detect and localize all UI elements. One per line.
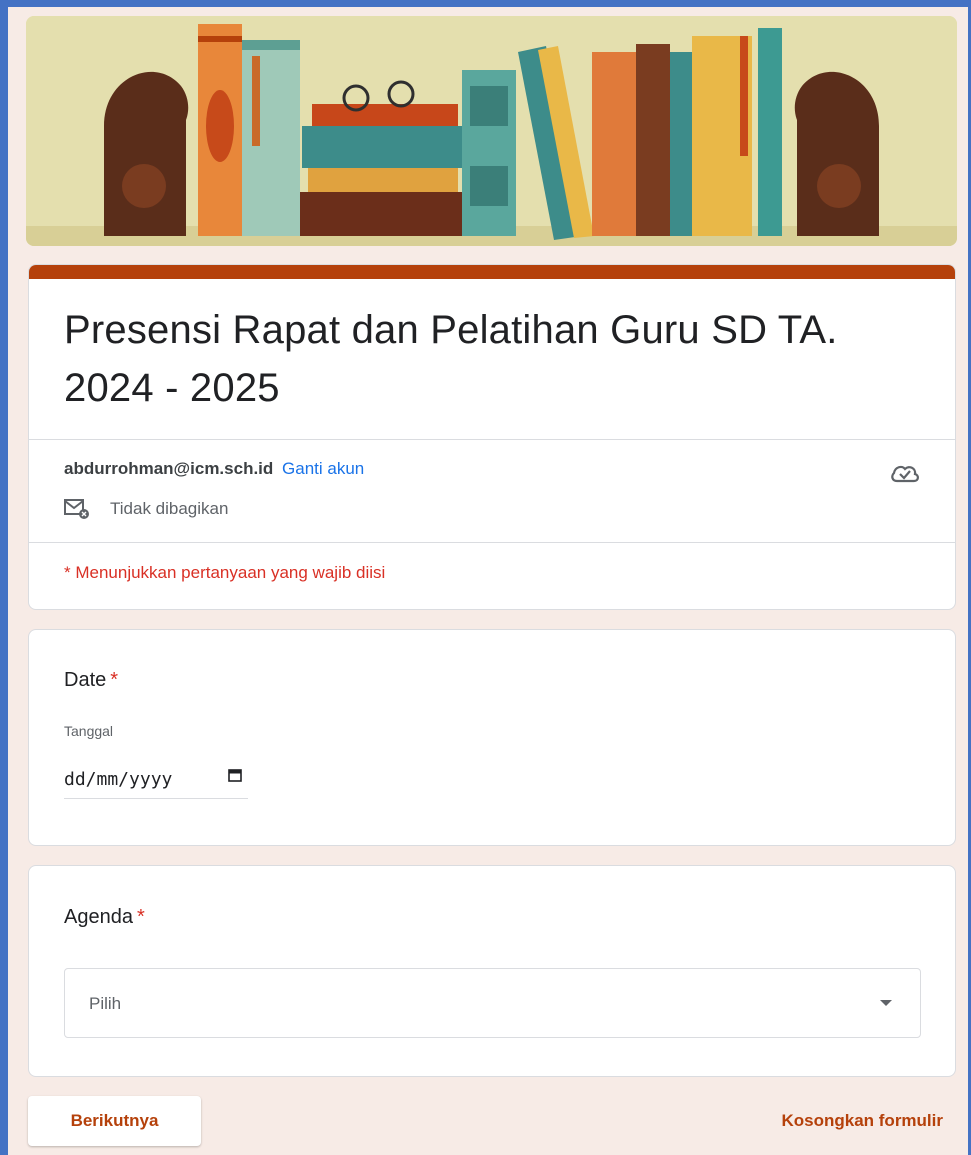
form-title: Presensi Rapat dan Pelatihan Guru SD TA.… [64,308,838,410]
account-row: abdurrohman@icm.sch.id Ganti akun [64,459,364,479]
form-header-card: Presensi Rapat dan Pelatihan Guru SD TA.… [28,264,956,610]
required-star: * [136,906,145,928]
account-email: abdurrohman@icm.sch.id [64,459,274,478]
title-accent-bar [29,265,955,279]
divider [29,542,955,543]
next-button[interactable]: Berikutnya [28,1096,201,1146]
date-input[interactable]: dd/mm/yyyy [64,760,248,799]
calendar-icon[interactable] [228,768,242,782]
clear-form-link[interactable]: Kosongkan formulir [781,1111,943,1131]
question-label: Date [64,669,107,691]
dropdown-selected-value: Pilih [89,994,122,1013]
agenda-dropdown[interactable]: Pilih [64,968,921,1038]
question-agenda-card: Agenda * Pilih [28,865,956,1077]
window-frame-top [0,0,971,7]
books-illustration [26,16,957,246]
question-label: Agenda [64,906,133,928]
window-frame-left [0,0,8,1155]
dropdown-arrow-icon [880,1000,892,1006]
share-status: Tidak dibagikan [64,498,228,520]
switch-account-link[interactable]: Ganti akun [282,459,364,478]
mail-not-shared-icon [64,499,89,519]
cloud-check-icon [891,465,919,483]
divider [29,439,955,440]
question-date-title: Date * [64,669,118,692]
date-sublabel: Tanggal [64,723,114,739]
required-note: * Menunjukkan pertanyaan yang wajib diis… [64,563,386,582]
question-date-card: Date * Tanggal dd/mm/yyyy [28,629,956,846]
not-shared-text: Tidak dibagikan [110,499,229,518]
date-placeholder: dd/mm/yyyy [64,768,173,790]
header-banner [26,16,957,246]
question-agenda-title: Agenda * [64,906,145,929]
required-star: * [110,669,119,691]
